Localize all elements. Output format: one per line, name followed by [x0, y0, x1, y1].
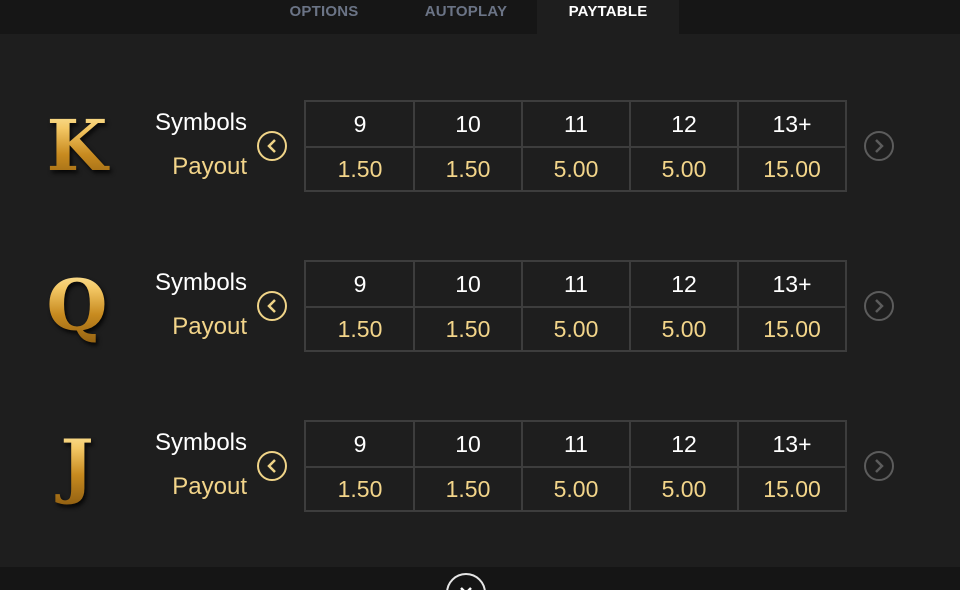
symbol-count-cell: 13+: [772, 431, 812, 457]
payout-label: Payout: [172, 153, 247, 180]
prev-arrow-button[interactable]: [257, 451, 287, 481]
next-arrow-button[interactable]: [864, 291, 894, 321]
symbol-count-cell: 9: [353, 431, 367, 457]
prev-arrow-button[interactable]: [257, 131, 287, 161]
prev-arrow-button[interactable]: [257, 291, 287, 321]
symbol-count-cell: 9: [353, 271, 367, 297]
grid-divider: [306, 146, 845, 148]
payout-value-cell: 1.50: [445, 316, 491, 342]
paytable-row-j: J Symbols Payout 9 10 11 12 13+ 1.50 1.5…: [0, 420, 960, 512]
payout-value-cell: 1.50: [337, 316, 383, 342]
close-icon: [460, 587, 472, 590]
payout-value-cell: 1.50: [445, 476, 491, 502]
payout-value-cell: 5.00: [661, 156, 707, 182]
payout-grid: 9 10 11 12 13+ 1.50 1.50 5.00 5.00 15.00: [304, 100, 847, 192]
payout-value-cell: 1.50: [445, 156, 491, 182]
payout-value-cell: 5.00: [661, 316, 707, 342]
grid-divider: [306, 466, 845, 468]
symbol-count-cell: 11: [564, 431, 588, 457]
symbol-count-cell: 10: [455, 431, 481, 457]
payout-grid: 9 10 11 12 13+ 1.50 1.50 5.00 5.00 15.00: [304, 420, 847, 512]
next-arrow-button[interactable]: [864, 451, 894, 481]
symbol-k-icon: K: [40, 102, 114, 190]
close-button[interactable]: [446, 573, 486, 590]
tab-options[interactable]: OPTIONS: [272, 0, 376, 34]
payout-grid: 9 10 11 12 13+ 1.50 1.50 5.00 5.00 15.00: [304, 260, 847, 352]
tab-bar: OPTIONS AUTOPLAY PAYTABLE: [0, 0, 960, 34]
chevron-left-icon: [267, 459, 276, 473]
symbol-count-cell: 9: [353, 111, 367, 137]
symbols-label: Symbols: [154, 109, 247, 136]
payout-value-cell: 15.00: [763, 156, 821, 182]
paytable-row-k: K Symbols Payout 9 10 11 12 13+ 1.50 1.5…: [0, 100, 960, 192]
chevron-right-icon: [875, 139, 884, 153]
symbol-count-cell: 11: [564, 111, 588, 137]
symbol-count-cell: 12: [671, 271, 697, 297]
payout-value-cell: 5.00: [553, 156, 599, 182]
symbol-count-cell: 12: [671, 111, 697, 137]
payout-label: Payout: [172, 473, 247, 500]
payout-value-cell: 1.50: [337, 476, 383, 502]
tab-autoplay[interactable]: AUTOPLAY: [408, 0, 524, 34]
payout-label: Payout: [172, 313, 247, 340]
symbol-count-cell: 13+: [772, 111, 812, 137]
grid-divider: [306, 306, 845, 308]
symbol-j-icon: J: [40, 422, 114, 510]
symbol-count-cell: 11: [564, 271, 588, 297]
footer-bar: [0, 567, 960, 590]
chevron-right-icon: [875, 459, 884, 473]
symbol-count-cell: 12: [671, 431, 697, 457]
payout-value-cell: 5.00: [553, 476, 599, 502]
symbol-count-cell: 13+: [772, 271, 812, 297]
paytable-row-q: Q Symbols Payout 9 10 11 12 13+ 1.50 1.5…: [0, 260, 960, 352]
payout-value-cell: 5.00: [661, 476, 707, 502]
symbol-q-icon: Q: [40, 262, 114, 350]
payout-value-cell: 5.00: [553, 316, 599, 342]
tab-paytable[interactable]: PAYTABLE: [537, 0, 679, 34]
payout-value-cell: 15.00: [763, 476, 821, 502]
payout-value-cell: 15.00: [763, 316, 821, 342]
symbols-label: Symbols: [154, 269, 247, 296]
symbol-count-cell: 10: [455, 271, 481, 297]
symbols-label: Symbols: [154, 429, 247, 456]
symbol-count-cell: 10: [455, 111, 481, 137]
chevron-right-icon: [875, 299, 884, 313]
payout-value-cell: 1.50: [337, 156, 383, 182]
chevron-left-icon: [267, 299, 276, 313]
next-arrow-button[interactable]: [864, 131, 894, 161]
chevron-left-icon: [267, 139, 276, 153]
